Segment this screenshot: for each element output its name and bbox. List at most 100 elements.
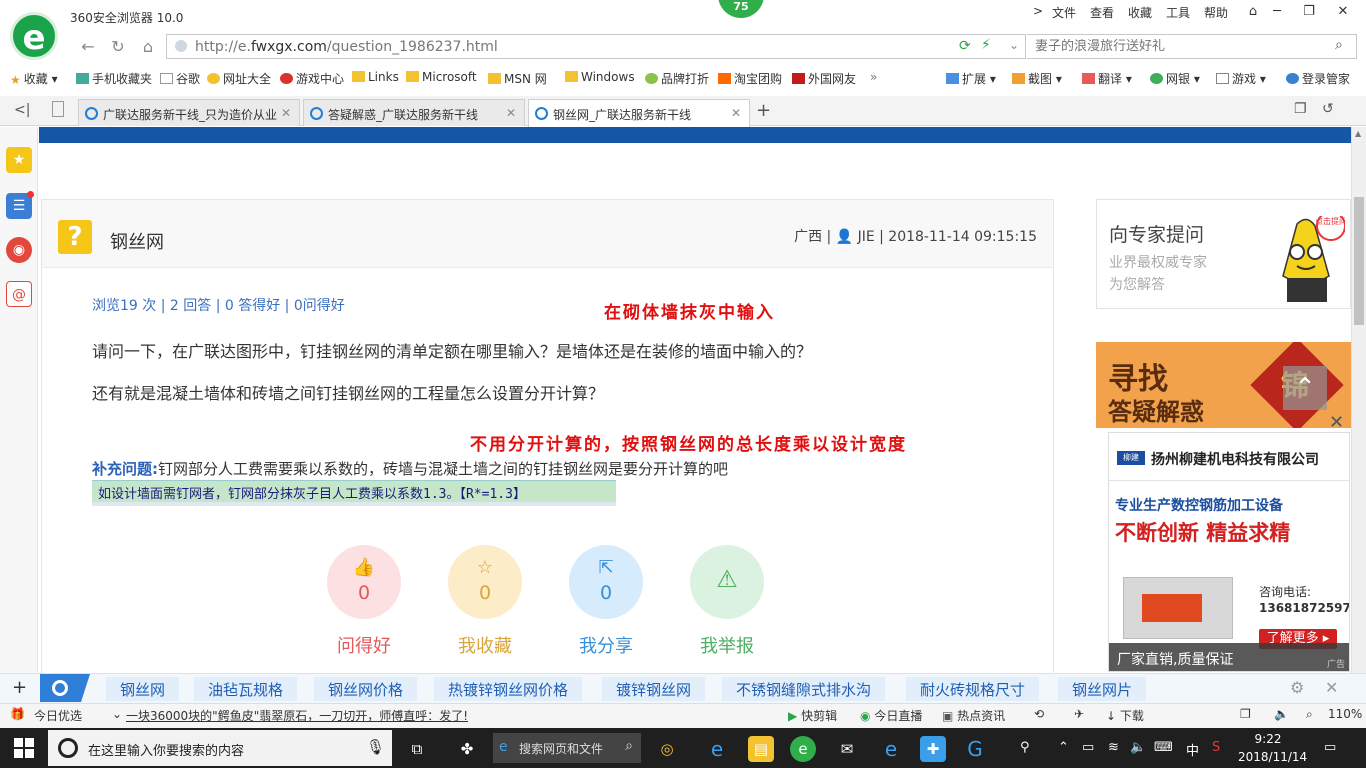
mail-icon[interactable]: ✉ xyxy=(834,736,860,762)
menu-favorites[interactable]: 收藏 xyxy=(1128,4,1152,21)
hot-news[interactable]: ▣ 热点资讯 xyxy=(942,707,1005,724)
related-tag[interactable]: 钢丝网 xyxy=(106,677,180,701)
taskbar-search[interactable]: 在这里输入你要搜索的内容 🎙 xyxy=(48,730,392,766)
volume-icon[interactable]: 🔈 xyxy=(1274,707,1289,721)
menu-tools[interactable]: 工具 xyxy=(1166,4,1190,21)
related-tag[interactable]: 耐火砖规格尺寸 xyxy=(906,677,1040,701)
ime-indicator[interactable]: 中 xyxy=(1186,740,1199,759)
back-button[interactable]: ← xyxy=(76,36,100,58)
news-ticker[interactable]: 一块36000块的"鳄鱼皮"翡翠原石，一刀切开，师傅直呼：发了! xyxy=(126,707,468,724)
back-to-top-button[interactable]: ⌃ xyxy=(1283,366,1327,410)
gift-icon[interactable]: 🎁 xyxy=(10,707,25,721)
bookmark-foreign[interactable]: 外国网友 xyxy=(792,70,856,87)
close-window-button[interactable]: ✕ xyxy=(1328,2,1358,24)
address-bar[interactable]: http://e.fwxgx.com/question_1986237.html… xyxy=(166,34,1026,59)
menu-help[interactable]: 帮助 xyxy=(1204,4,1228,21)
share-button[interactable]: ⇱ 0 xyxy=(569,545,643,619)
toolbar-login-manager[interactable]: 登录管家 xyxy=(1286,70,1350,87)
toolbar-translate[interactable]: 翻译 ▾ xyxy=(1082,70,1132,87)
taskbar-search-placeholder[interactable]: 在这里输入你要搜索的内容 xyxy=(88,740,244,759)
share-label[interactable]: 我分享 xyxy=(551,632,661,658)
refresh-button[interactable]: ↻ xyxy=(106,36,130,58)
settings-gear-icon[interactable]: ⚙ xyxy=(1290,678,1304,697)
window-icon[interactable]: ❐ xyxy=(1240,707,1251,721)
more-bookmarks-icon[interactable]: » xyxy=(870,70,877,84)
today-picks[interactable]: 今日优选 xyxy=(34,707,82,724)
search-input[interactable] xyxy=(1035,39,1325,54)
task-view-icon[interactable]: ⧉ xyxy=(404,736,430,762)
360-browser-app-icon[interactable]: ◎ xyxy=(654,736,680,762)
weibo-icon[interactable]: ◉ xyxy=(6,237,32,263)
page-scrollbar[interactable]: ▲ xyxy=(1351,127,1366,673)
related-tag[interactable]: 不锈钢缝隙式排水沟 xyxy=(722,677,886,701)
tab-list-icon[interactable]: ❐ xyxy=(1294,101,1307,117)
bookmark-brand-sale[interactable]: 品牌打折 xyxy=(645,70,709,87)
zoom-icon[interactable]: ⌕ xyxy=(1306,707,1313,722)
people-icon[interactable]: ⚲ xyxy=(1020,740,1030,755)
favorite-button[interactable]: ☆ 0 xyxy=(448,545,522,619)
menu-view[interactable]: 查看 xyxy=(1090,4,1114,21)
related-tag[interactable]: 油毡瓦规格 xyxy=(194,677,298,701)
bookmark-taobao[interactable]: 淘宝团购 xyxy=(718,70,782,87)
related-tag[interactable]: 镀锌钢丝网 xyxy=(602,677,706,701)
home-button[interactable]: ⌂ xyxy=(136,36,160,58)
pinwheel-app-icon[interactable]: ✤ xyxy=(454,736,480,762)
bookmark-microsoft[interactable]: Microsoft xyxy=(406,70,477,84)
bookmark-msn[interactable]: MSN 网 xyxy=(488,70,547,87)
360-active-app-icon[interactable]: e xyxy=(790,736,816,762)
minimize-button[interactable]: ─ xyxy=(1262,2,1292,24)
speaker-icon[interactable]: 🔈 xyxy=(1130,740,1146,755)
speed-mode-icon[interactable]: ⟳ xyxy=(959,38,971,54)
toolbar-screenshot[interactable]: 截图 ▾ xyxy=(1012,70,1062,87)
lightning-icon[interactable]: ⚡ xyxy=(981,37,991,53)
related-tag[interactable]: 钢丝网片 xyxy=(1058,677,1147,701)
advertisement[interactable]: 柳建 扬州柳建机电科技有限公司 专业生产数控钢筋加工设备 不断创新 精益求精 咨… xyxy=(1108,432,1350,672)
good-question-label[interactable]: 问得好 xyxy=(309,632,419,658)
restore-button[interactable]: ❐ xyxy=(1294,2,1324,24)
ask-expert-title[interactable]: 向专家提问 xyxy=(1109,220,1204,247)
favorites-star-icon[interactable]: ★ xyxy=(6,147,32,173)
report-label[interactable]: 我举报 xyxy=(672,632,782,658)
bookmark-windows[interactable]: Windows xyxy=(565,70,635,84)
bookmark-mobile[interactable]: 手机收藏夹 xyxy=(76,70,152,87)
close-tab-icon[interactable]: ✕ xyxy=(731,106,741,120)
related-tag[interactable]: 热镀锌钢丝网价格 xyxy=(434,677,583,701)
plus-app-icon[interactable]: ✚ xyxy=(920,736,946,762)
ask-expert-card[interactable]: 向专家提问 业界最权威专家 为您解答 点击提问 xyxy=(1096,199,1351,309)
search-icon[interactable]: ⌕ xyxy=(1335,37,1343,53)
close-tab-icon[interactable]: ✕ xyxy=(276,106,291,120)
tab-2[interactable]: 答疑解惑_广联达服务新干线 ✕ xyxy=(303,99,525,126)
keyboard-icon[interactable]: ⌨ xyxy=(1154,740,1173,755)
today-live[interactable]: ◉ 今日直播 xyxy=(860,707,922,724)
toolbar-extensions[interactable]: 扩展 ▾ xyxy=(946,70,996,87)
tab-1[interactable]: 广联达服务新干线_只为造价从业 ✕ xyxy=(78,99,300,126)
tab-3-active[interactable]: 钢丝网_广联达服务新干线 ✕ xyxy=(528,99,750,127)
favorite-label[interactable]: 我收藏 xyxy=(430,632,540,658)
ie-app-icon[interactable]: e xyxy=(704,736,730,762)
page-icon[interactable] xyxy=(52,101,64,117)
bookmark-favorites[interactable]: ★ 收藏 ▾ xyxy=(10,70,58,87)
quick-edit[interactable]: ▶ 快剪辑 xyxy=(788,707,837,724)
toolbar-bank[interactable]: 网银 ▾ xyxy=(1150,70,1200,87)
search-box[interactable]: ⌄ ⌕ xyxy=(1009,34,1357,59)
email-icon[interactable]: @ xyxy=(6,281,32,307)
good-question-button[interactable]: 👍 0 xyxy=(327,545,401,619)
zoom-level[interactable]: 110% xyxy=(1328,707,1362,721)
clock-date[interactable]: 2018/11/14 xyxy=(1238,750,1307,764)
bookmark-site-nav[interactable]: 网址大全 xyxy=(207,70,271,87)
g-app-icon[interactable]: G xyxy=(962,736,988,762)
add-icon[interactable]: + xyxy=(12,677,27,698)
clock-time[interactable]: 9:22 xyxy=(1238,732,1298,746)
browser-logo-icon[interactable]: e xyxy=(10,12,58,60)
scroll-up-icon[interactable]: ▲ xyxy=(1355,129,1361,138)
battery-icon[interactable]: ▭ xyxy=(1082,740,1094,755)
notification-center-icon[interactable]: ▭ xyxy=(1324,740,1336,755)
web-search-box[interactable]: e 搜索网页和文件 ⌕ xyxy=(493,733,641,763)
download[interactable]: ↓ 下载 xyxy=(1106,707,1144,724)
wifi-icon[interactable]: ≋ xyxy=(1108,740,1119,755)
chevron-down-icon[interactable]: ⌄ xyxy=(112,707,122,721)
menu-file[interactable]: 文件 xyxy=(1052,4,1076,21)
close-tab-icon[interactable]: ✕ xyxy=(506,106,516,120)
edge-app-icon[interactable]: e xyxy=(878,736,904,762)
close-ad-icon[interactable]: ✕ xyxy=(1329,412,1344,433)
